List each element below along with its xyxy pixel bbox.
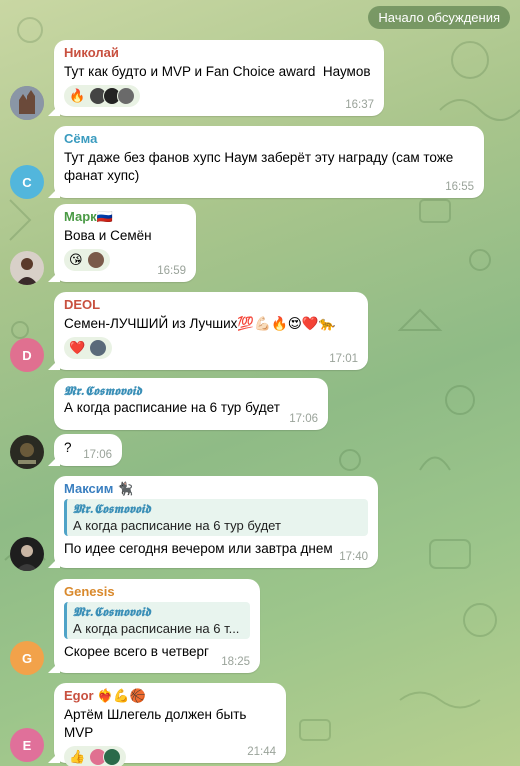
reaction-thumbs-up[interactable]: 👍 — [64, 746, 127, 766]
cat-emoji: 🐈‍⬛ — [117, 481, 134, 496]
author-name-text: Egor — [64, 688, 94, 703]
reply-quote[interactable]: 𝕸𝖗.𝕮𝖔𝖘𝖒𝖔𝖛𝖔𝖎𝖉 А когда расписание на 6 тур… — [64, 499, 368, 536]
message-text: Артём Шлегель должен быть MVP — [64, 707, 251, 740]
avatar[interactable] — [10, 86, 44, 120]
building-photo-icon — [10, 86, 44, 120]
flag-emoji: 🇷🇺 — [96, 209, 113, 224]
reply-quote[interactable]: 𝕸𝖗.𝕮𝖔𝖘𝖒𝖔𝖛𝖔𝖎𝖉 А когда расписание на 6 т..… — [64, 602, 250, 639]
avatar-initial: С — [22, 174, 32, 190]
author-name-text: Марк — [64, 209, 97, 224]
message-bubble[interactable]: ? 17:06 — [54, 434, 122, 466]
person-photo-icon — [10, 251, 44, 285]
message-bubble[interactable]: DEOL Семен-ЛУЧШИЙ из Лучших💯💪🏻🔥😍❤️🐆 ❤️ 1… — [54, 292, 368, 370]
reactions: 🔥 — [64, 85, 374, 107]
message-bubble[interactable]: Genesis 𝕸𝖗.𝕮𝖔𝖘𝖒𝖔𝖛𝖔𝖎𝖉 А когда расписание … — [54, 579, 260, 673]
message-bubble[interactable]: 𝕸𝖗.𝕮𝖔𝖘𝖒𝖔𝖛𝖔𝖎𝖉 А когда расписание на 6 тур… — [54, 378, 328, 430]
message-time: 16:59 — [157, 265, 186, 277]
message-bubble[interactable]: Марк🇷🇺 Вова и Семён 😘 16:59 — [54, 204, 196, 282]
author-name[interactable]: DEOL — [64, 297, 358, 313]
chat-area[interactable]: Начало обсуждения Николай Тут как будто … — [0, 0, 520, 766]
avatar-initial: E — [22, 737, 32, 753]
message-time: 17:06 — [289, 413, 318, 425]
message-text: Семен-ЛУЧШИЙ из Лучших💯💪🏻🔥😍❤️🐆 — [64, 316, 336, 331]
dark-photo-icon — [10, 435, 44, 469]
message-time: 17:06 — [83, 449, 112, 461]
avatar-initial: D — [22, 347, 32, 363]
author-name[interactable]: Марк🇷🇺 — [64, 209, 186, 225]
avatar[interactable] — [10, 435, 44, 469]
quoted-text: А когда расписание на 6 тур будет — [73, 518, 281, 533]
message-time: 18:25 — [221, 656, 250, 668]
avatar[interactable]: E — [10, 728, 44, 762]
message-bubble[interactable]: Максим 🐈‍⬛ 𝕸𝖗.𝕮𝖔𝖘𝖒𝖔𝖛𝖔𝖎𝖉 А когда расписан… — [54, 476, 378, 568]
kiss-emoji: 😘 — [69, 252, 83, 267]
quoted-author-name[interactable]: 𝕸𝖗.𝕮𝖔𝖘𝖒𝖔𝖛𝖔𝖎𝖉 — [64, 383, 318, 399]
avatar-initial: G — [21, 650, 33, 666]
person-photo-icon — [10, 537, 44, 571]
message-time: 21:44 — [247, 746, 276, 758]
message-text: Тут как будто и MVP и Fan Choice award Н… — [64, 64, 371, 79]
author-name[interactable]: Egor ❤️‍🔥💪🏀 — [64, 688, 276, 704]
quoted-author-name: 𝕸𝖗.𝕮𝖔𝖘𝖒𝖔𝖛𝖔𝖎𝖉 — [73, 604, 151, 619]
author-name[interactable]: Сёма — [64, 131, 474, 147]
author-emojis: ❤️‍🔥💪🏀 — [97, 688, 146, 703]
message-time: 16:55 — [445, 181, 474, 193]
message-time: 16:37 — [345, 99, 374, 111]
avatar[interactable] — [10, 251, 44, 285]
thumbs-up-emoji: 👍 — [69, 749, 86, 764]
reactor-avatar — [89, 339, 108, 357]
author-name[interactable]: Максим 🐈‍⬛ — [64, 481, 368, 497]
reactor-avatar — [103, 748, 122, 766]
author-name-text: Максим — [64, 481, 114, 496]
reactor-avatar — [86, 251, 105, 269]
reaction-fire[interactable]: 🔥 — [64, 85, 141, 107]
heart-emoji: ❤️ — [69, 340, 86, 355]
avatar[interactable]: С — [10, 165, 44, 199]
discussion-start-badge: Начало обсуждения — [368, 6, 510, 29]
reaction-heart[interactable]: ❤️ — [64, 337, 113, 359]
author-name[interactable]: Николай — [64, 45, 374, 61]
quoted-author-name: 𝕸𝖗.𝕮𝖔𝖘𝖒𝖔𝖛𝖔𝖎𝖉 — [73, 501, 151, 516]
author-name[interactable]: Genesis — [64, 584, 250, 600]
message-text: Вова и Семён — [64, 228, 152, 243]
avatar[interactable]: G — [10, 641, 44, 675]
message-bubble[interactable]: Сёма Тут даже без фанов хупс Наум заберё… — [54, 126, 484, 198]
reactor-avatar — [117, 87, 136, 105]
message-text: По идее сегодня вечером или завтра днем — [64, 541, 333, 556]
quoted-text: А когда расписание на 6 т... — [73, 621, 240, 636]
fire-emoji: 🔥 — [69, 88, 86, 103]
message-bubble[interactable]: Николай Тут как будто и MVP и Fan Choice… — [54, 40, 384, 116]
reaction-kiss[interactable]: 😘 — [64, 249, 110, 271]
message-text: А когда расписание на 6 тур будет — [64, 400, 280, 415]
avatar[interactable] — [10, 537, 44, 571]
reactions: 👍 — [64, 746, 276, 766]
reactions: ❤️ — [64, 337, 358, 359]
message-text: Тут даже без фанов хупс Наум заберёт эту… — [64, 150, 458, 183]
message-bubble[interactable]: Egor ❤️‍🔥💪🏀 Артём Шлегель должен быть MV… — [54, 683, 286, 766]
message-time: 17:01 — [329, 353, 358, 365]
message-time: 17:40 — [339, 551, 368, 563]
avatar[interactable]: D — [10, 338, 44, 372]
